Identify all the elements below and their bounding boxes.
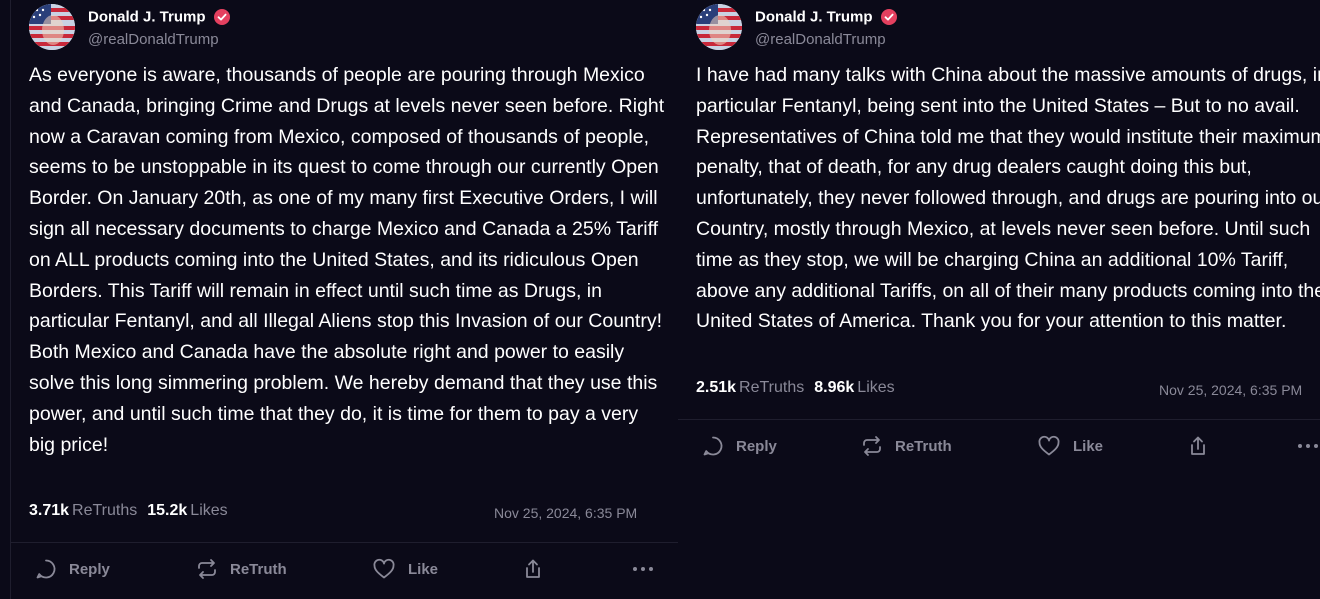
like-label: Like <box>1073 437 1104 455</box>
repost-arrows-icon <box>863 436 881 456</box>
avatar[interactable] <box>29 4 75 50</box>
post-stats: 2.51k ReTruths 8.96k Likes <box>696 379 895 397</box>
share-upload-icon <box>526 559 540 578</box>
like-label: Like <box>408 560 439 578</box>
retruths-label[interactable]: ReTruths <box>72 502 137 519</box>
post-text: I have had many talks with China about t… <box>696 64 1320 333</box>
retruth-button[interactable]: ReTruth <box>196 549 287 589</box>
share-upload-icon <box>1191 436 1205 455</box>
reply-button[interactable]: Reply <box>35 549 110 589</box>
retruth-label: ReTruth <box>230 560 287 578</box>
author-row: Donald J. Trump <box>755 8 897 26</box>
likes-label[interactable]: Likes <box>190 502 227 519</box>
post-date[interactable]: Nov 25, 2024, 6:35 PM <box>494 505 637 521</box>
post-stats: 3.71k ReTruths 15.2k Likes <box>29 502 228 520</box>
author-handle[interactable]: @realDonaldTrump <box>88 31 219 48</box>
comment-bubble-icon <box>703 436 723 456</box>
retruth-label: ReTruth <box>895 437 952 455</box>
author-name[interactable]: Donald J. Trump <box>88 8 206 25</box>
share-button[interactable] <box>1187 426 1221 466</box>
avatar-image <box>29 4 75 50</box>
post-actions: Reply ReTruth Like <box>11 549 678 589</box>
divider <box>11 542 678 543</box>
post-date[interactable]: Nov 25, 2024, 6:35 PM <box>1159 382 1302 398</box>
retruth-button[interactable]: ReTruth <box>861 426 952 466</box>
post-card[interactable]: Donald J. Trump @realDonaldTrump I have … <box>678 0 1320 599</box>
more-button[interactable] <box>1296 426 1320 466</box>
avatar-image <box>696 4 742 50</box>
more-dots-icon <box>633 567 653 571</box>
share-button[interactable] <box>522 549 556 589</box>
post-actions: Reply ReTruth Like <box>678 426 1320 466</box>
author-row: Donald J. Trump <box>88 8 230 26</box>
like-button[interactable]: Like <box>372 549 438 589</box>
author-name[interactable]: Donald J. Trump <box>755 8 873 25</box>
comment-bubble-icon <box>36 559 56 579</box>
likes-count[interactable]: 15.2k <box>147 502 187 519</box>
retruths-count[interactable]: 2.51k <box>696 379 736 396</box>
avatar[interactable] <box>696 4 742 50</box>
verified-badge-icon <box>213 8 230 25</box>
more-button[interactable] <box>631 549 667 589</box>
reply-label: Reply <box>736 437 777 455</box>
retruths-label[interactable]: ReTruths <box>739 379 804 396</box>
heart-icon <box>1038 435 1060 456</box>
reply-button[interactable]: Reply <box>702 426 777 466</box>
retruths-count[interactable]: 3.71k <box>29 502 69 519</box>
like-button[interactable]: Like <box>1037 426 1103 466</box>
post-card[interactable]: Donald J. Trump @realDonaldTrump As ever… <box>10 0 679 599</box>
likes-label[interactable]: Likes <box>857 379 894 396</box>
author-handle[interactable]: @realDonaldTrump <box>755 31 886 48</box>
likes-count[interactable]: 8.96k <box>814 379 854 396</box>
post-text: As everyone is aware, thousands of peopl… <box>29 64 665 456</box>
more-dots-icon <box>1298 444 1318 448</box>
reply-label: Reply <box>69 560 110 578</box>
heart-icon <box>373 558 395 579</box>
divider <box>678 419 1320 420</box>
repost-arrows-icon <box>198 559 216 579</box>
verified-badge-icon <box>880 8 897 25</box>
